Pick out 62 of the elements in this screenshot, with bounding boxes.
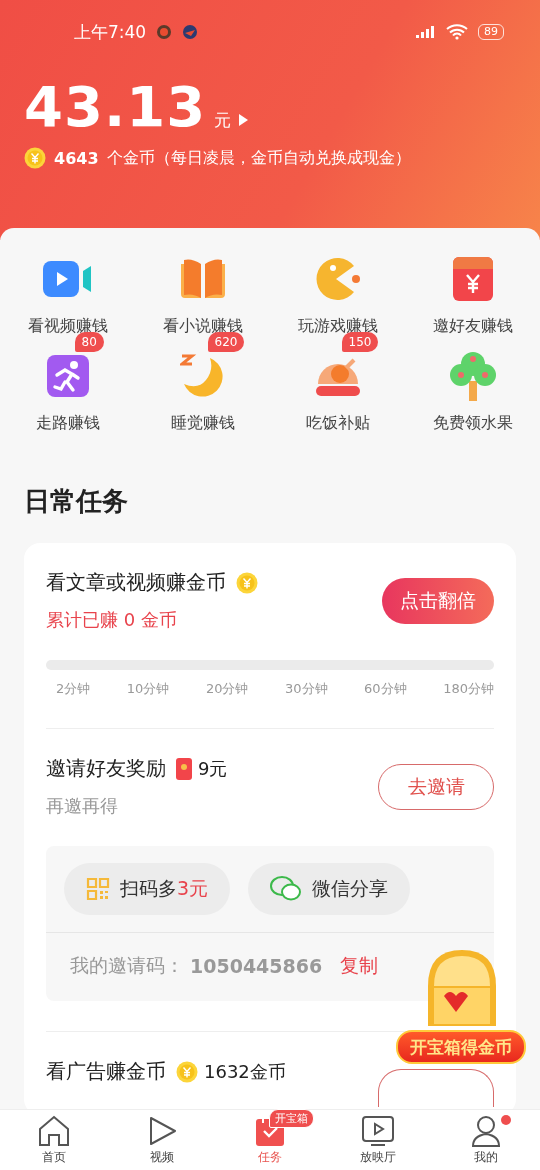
progress-step-label: 180分钟 bbox=[443, 680, 494, 698]
envelope-icon bbox=[176, 757, 192, 780]
feature-label[interactable]: 睡觉赚钱 bbox=[170, 413, 235, 434]
count-badge: 620 bbox=[207, 332, 245, 352]
section-title: 日常任务 bbox=[24, 485, 129, 518]
person-icon bbox=[471, 1114, 501, 1147]
progress-step-label: 30分钟 bbox=[284, 680, 328, 698]
moon-icon[interactable] bbox=[179, 354, 226, 398]
nav-tab[interactable]: 我的 bbox=[432, 1110, 540, 1170]
task-title: 看文章或视频赚金币 bbox=[46, 569, 226, 596]
progress-step-label: 60分钟 bbox=[364, 680, 407, 698]
nav-tab[interactable]: 放映厅 bbox=[324, 1110, 432, 1170]
coin-note: 个金币（每日凌晨，金币自动兑换成现金） bbox=[106, 147, 411, 169]
progress-step-label: 10分钟 bbox=[126, 680, 170, 698]
reward-amount: 1632金币 bbox=[204, 1059, 286, 1084]
task-title: 看广告赚金币 bbox=[46, 1058, 166, 1085]
progress-step-label: 2分钟 bbox=[56, 680, 91, 698]
nav-tab[interactable]: 开宝箱 任务 bbox=[216, 1110, 324, 1170]
progress-step-label: 20分钟 bbox=[205, 680, 249, 698]
tv-play-icon bbox=[361, 1114, 395, 1147]
arrow-right-icon[interactable] bbox=[239, 114, 249, 126]
feature-label[interactable]: 走路赚钱 bbox=[35, 413, 100, 434]
currency-unit: 元 bbox=[214, 109, 232, 132]
balance-amount: 43.13 bbox=[24, 74, 207, 139]
coin-icon bbox=[24, 147, 46, 169]
task-action-button[interactable]: 去邀请 bbox=[378, 763, 494, 810]
status-time: 上午7:40 bbox=[74, 20, 147, 44]
battery-indicator: 89 bbox=[478, 24, 504, 40]
task-subtitle: 累计已赚 0 金币 bbox=[46, 608, 178, 632]
app-notification-icon bbox=[182, 24, 199, 40]
coin-icon bbox=[176, 1060, 198, 1083]
reward-amount: 9元 bbox=[198, 756, 228, 781]
feature-label[interactable]: 吃饭补贴 bbox=[305, 413, 370, 434]
fruit-tree-icon[interactable] bbox=[448, 351, 497, 401]
task-subtitle: 再邀再得 bbox=[46, 794, 119, 818]
app-notification-icon bbox=[156, 24, 173, 40]
envelope-icon[interactable] bbox=[452, 257, 493, 301]
invite-code: 1050445866 bbox=[190, 955, 323, 977]
video-camera-icon[interactable] bbox=[42, 259, 93, 299]
copy-link[interactable]: 复制 bbox=[340, 953, 379, 979]
wifi-icon bbox=[446, 24, 468, 40]
home-icon bbox=[37, 1114, 71, 1147]
coin-icon bbox=[236, 571, 258, 594]
share-button[interactable]: 微信分享 bbox=[248, 863, 411, 915]
chat-bubbles-icon bbox=[270, 876, 303, 902]
count-badge: 150 bbox=[341, 332, 379, 352]
feature-label[interactable]: 邀好友赚钱 bbox=[432, 316, 513, 337]
play-icon bbox=[147, 1114, 177, 1147]
task-action-button[interactable] bbox=[378, 1069, 494, 1107]
nav-tab[interactable]: 视频 bbox=[108, 1110, 216, 1170]
qr-code-icon bbox=[86, 877, 110, 901]
nav-tab[interactable]: 首页 bbox=[0, 1110, 108, 1170]
double-reward-button[interactable]: 点击翻倍 bbox=[382, 577, 494, 624]
signal-icon bbox=[414, 25, 436, 39]
feature-label[interactable]: 免费领水果 bbox=[432, 413, 513, 434]
coin-count: 4643 bbox=[54, 148, 99, 168]
invite-code-label: 我的邀请码： bbox=[70, 953, 184, 978]
scan-code-button[interactable]: 扫码多3元 bbox=[64, 863, 231, 915]
running-figure-icon[interactable] bbox=[46, 355, 89, 397]
task-title: 邀请好友奖励 bbox=[46, 755, 166, 782]
count-badge: 80 bbox=[74, 332, 104, 352]
open-book-icon[interactable] bbox=[178, 258, 227, 300]
